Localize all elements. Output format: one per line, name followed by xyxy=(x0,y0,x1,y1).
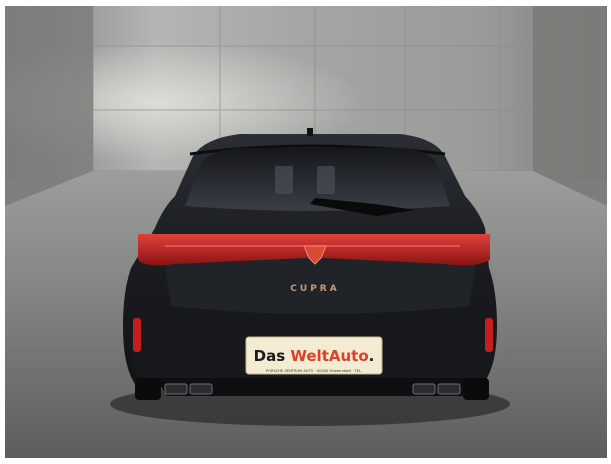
plate-brand-das: Das xyxy=(254,347,291,365)
plate-dealer-line: PORSCHE ZENTRUM AUTO · 00000 Musterstadt… xyxy=(266,369,362,373)
left-reflector xyxy=(133,318,141,352)
right-side-wall xyxy=(533,6,607,206)
left-rear-tire xyxy=(135,378,161,400)
license-plate: Das WeltAuto. PORSCHE ZENTRUM AUTO · 000… xyxy=(245,336,383,375)
model-badge: CUPRA xyxy=(290,284,339,294)
plate-brand-dot: . xyxy=(369,347,375,365)
photo-frame: CUPRA Das WeltAuto. PORSCHE ZENTRUM AUTO… xyxy=(5,6,607,458)
car-rear-photo: CUPRA Das WeltAuto. PORSCHE ZENTRUM AUTO… xyxy=(5,6,607,458)
right-reflector xyxy=(485,318,493,352)
svg-text:Das WeltAuto.: Das WeltAuto. xyxy=(254,347,375,365)
right-rear-tire xyxy=(463,378,489,400)
left-side-wall xyxy=(5,6,93,206)
plate-brand-welt: WeltAuto xyxy=(290,347,368,365)
